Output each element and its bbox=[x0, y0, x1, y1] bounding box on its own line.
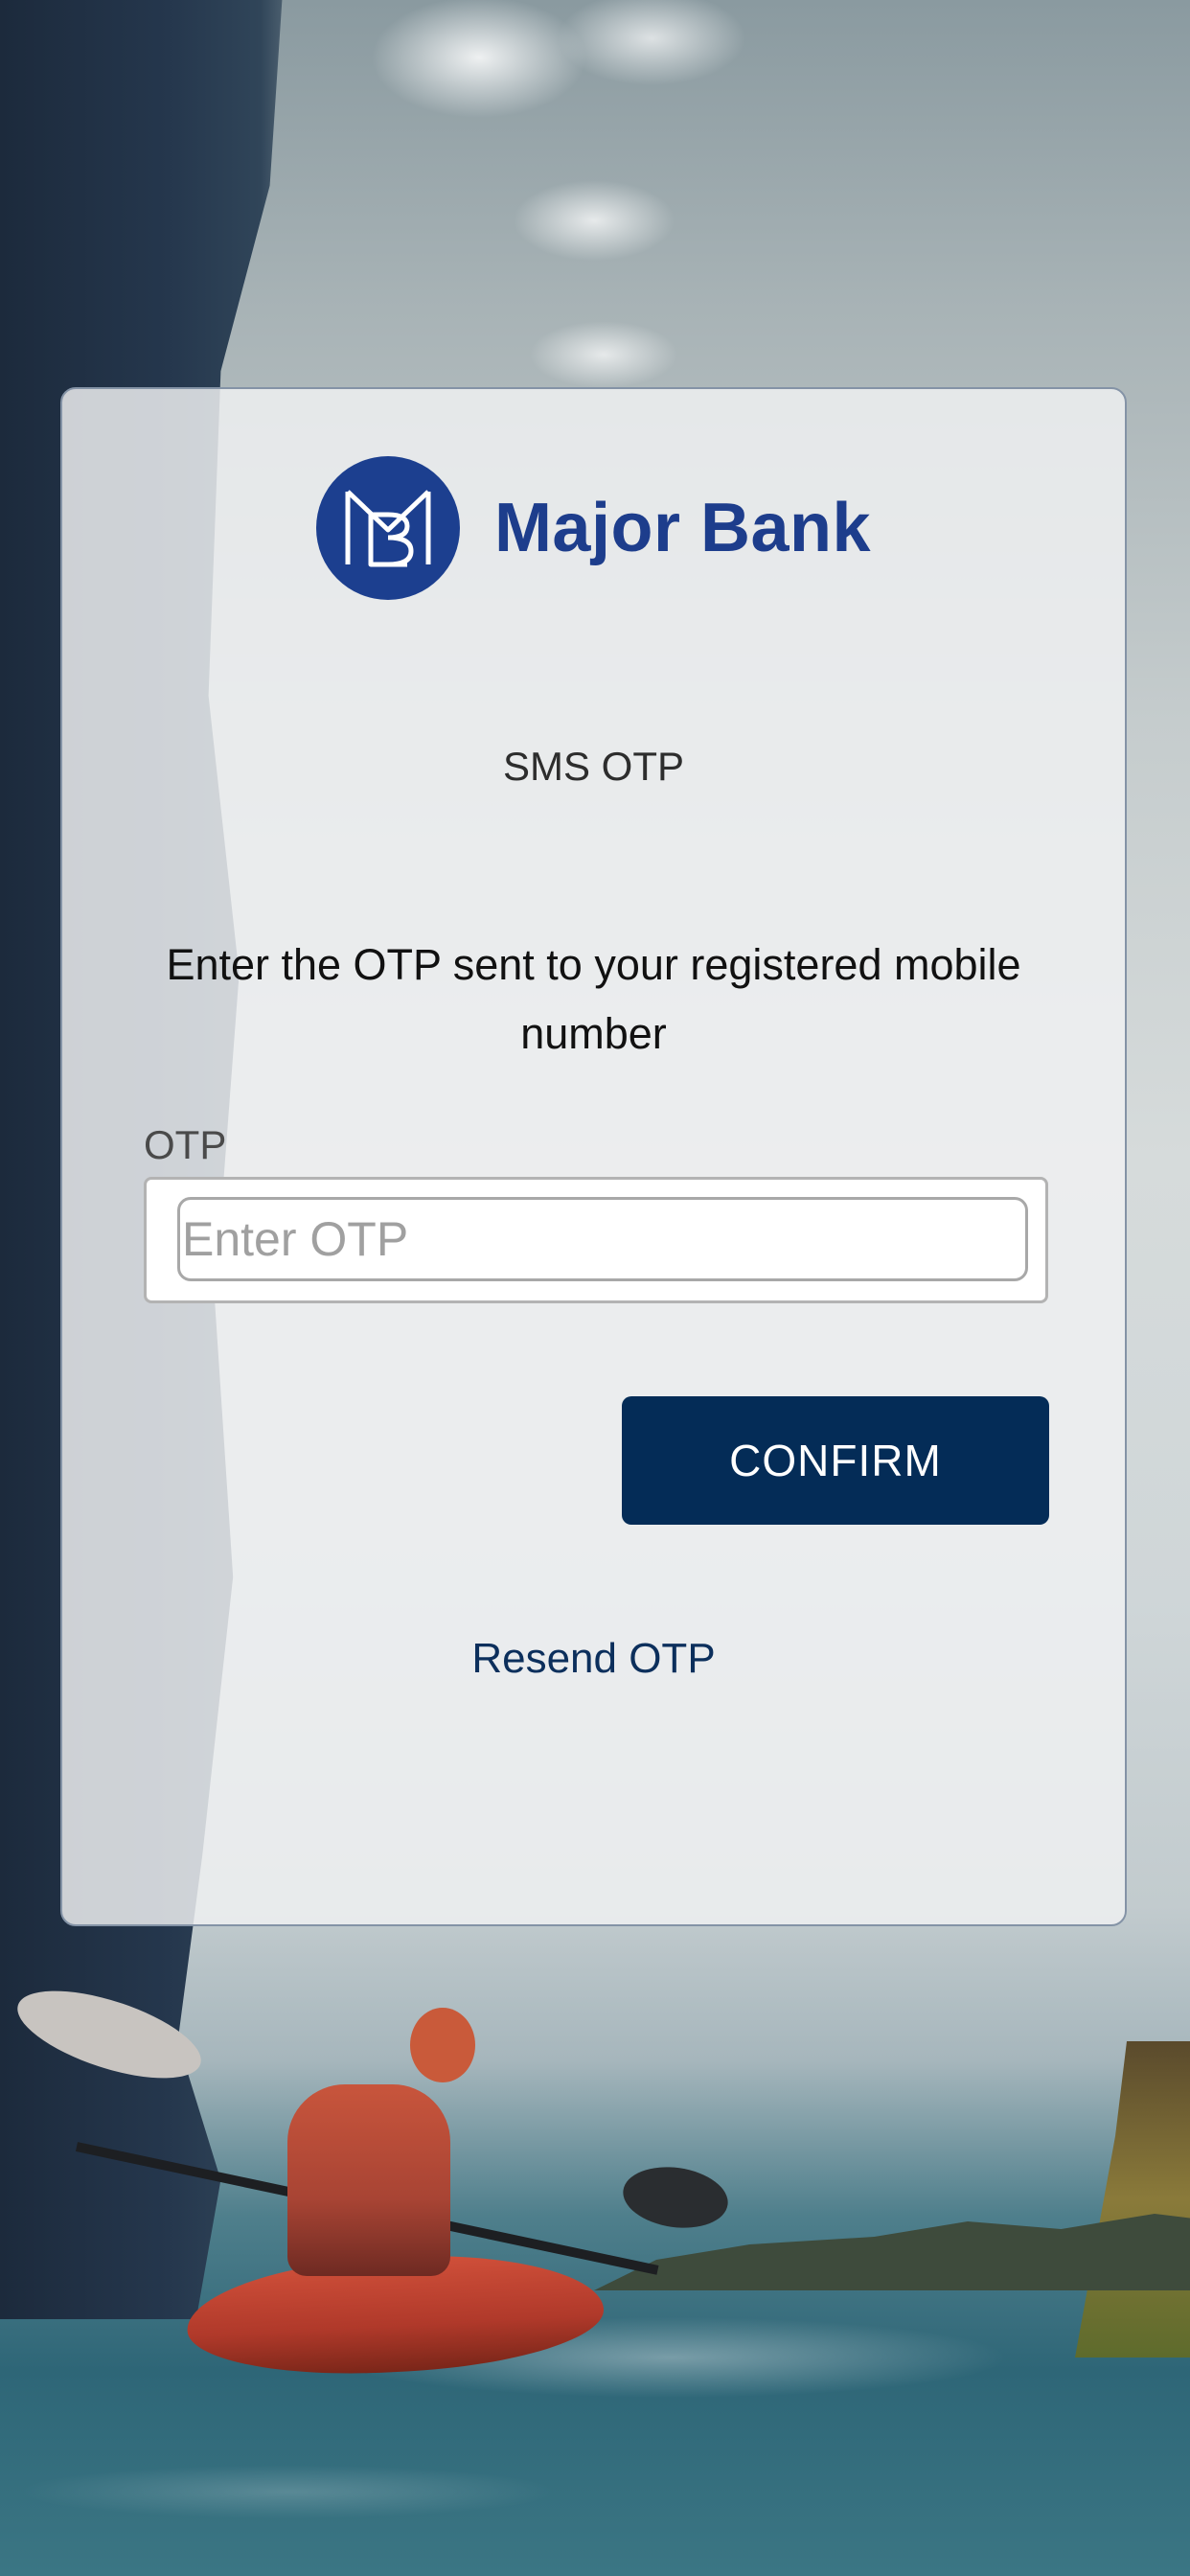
brand-header: Major Bank bbox=[62, 456, 1125, 600]
bank-name: Major Bank bbox=[493, 490, 872, 566]
otp-card: Major Bank SMS OTP Enter the OTP sent to… bbox=[60, 387, 1127, 1926]
water bbox=[0, 2300, 1190, 2576]
otp-input[interactable] bbox=[177, 1197, 1028, 1281]
otp-label: OTP bbox=[144, 1122, 227, 1167]
page-title: SMS OTP bbox=[502, 744, 685, 789]
confirm-button[interactable]: CONFIRM bbox=[622, 1396, 1049, 1525]
otp-field-frame bbox=[144, 1177, 1048, 1303]
monogram-icon bbox=[345, 490, 431, 567]
clouds bbox=[287, 0, 862, 402]
resend-otp-link[interactable]: Resend OTP bbox=[62, 1635, 1125, 1683]
kayaker bbox=[287, 2084, 450, 2276]
bank-logo-icon bbox=[315, 456, 460, 600]
kayaker-head bbox=[410, 2008, 475, 2082]
otp-instruction: Enter the OTP sent to your registered mo… bbox=[166, 940, 1021, 1058]
